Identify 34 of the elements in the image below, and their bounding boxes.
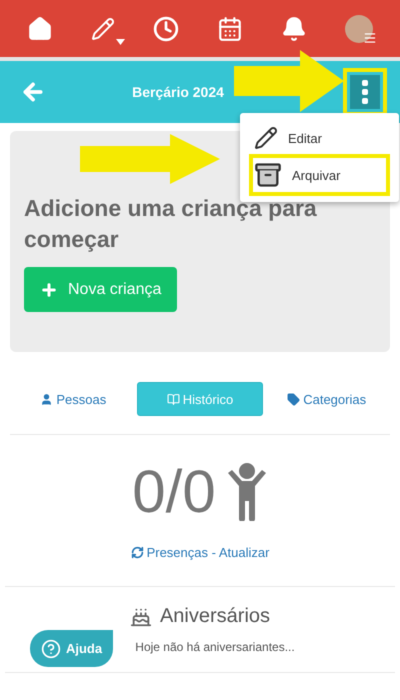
calendar-button[interactable] [217, 16, 243, 42]
new-child-button[interactable]: Nova criança [24, 267, 178, 312]
refresh-icon [130, 546, 144, 559]
empty-state-heading: Adicione uma criança para começar [24, 194, 318, 254]
menu-item[interactable]: Arquivar [252, 157, 387, 193]
calendar-icon [217, 16, 243, 42]
menu-icon [363, 30, 377, 44]
clock-button[interactable] [153, 16, 179, 42]
person-icon [40, 392, 54, 406]
tab[interactable]: Pessoas [10, 382, 137, 416]
birthdays-message: Hoje não há aniversariantes... [135, 640, 295, 654]
pencil-icon [254, 126, 278, 150]
tab[interactable]: Categorias [263, 382, 390, 416]
book-icon [166, 392, 180, 406]
home-icon [27, 16, 53, 42]
page-title: Berçário 2024 [131, 84, 225, 100]
clock-icon [153, 16, 179, 42]
archive-icon [254, 161, 282, 189]
caret-icon [116, 38, 125, 44]
menu-item[interactable]: Editar [252, 122, 387, 154]
birthdays-title: Aniversários [160, 605, 270, 628]
home-button[interactable] [27, 16, 53, 42]
more-options-button[interactable] [350, 75, 380, 109]
plus-icon [40, 280, 58, 298]
tag-icon [287, 392, 300, 406]
help-button[interactable]: Ajuda [30, 630, 113, 667]
child-icon [226, 463, 268, 521]
attendance-refresh-link[interactable]: Presenças - Atualizar [130, 545, 270, 560]
bell-button[interactable] [281, 16, 307, 42]
bell-icon [281, 16, 307, 42]
pencil-icon [91, 16, 115, 40]
avatar-button[interactable] [345, 14, 373, 42]
attendance-count: 0/0 [132, 457, 216, 527]
help-icon [40, 638, 61, 658]
